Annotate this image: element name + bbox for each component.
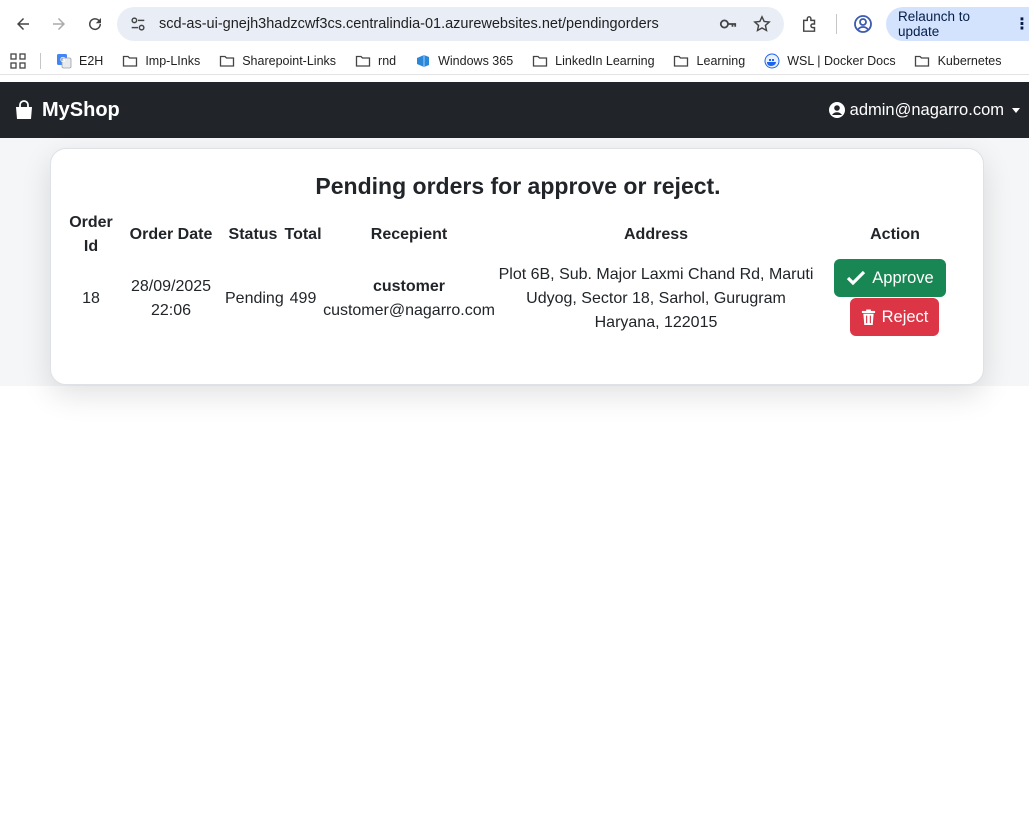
star-icon[interactable] [752, 14, 772, 34]
cell-status: Pending [225, 290, 284, 307]
cell-order-date: 28/09/2025 22:06 [123, 275, 219, 323]
header-total: Total [284, 226, 322, 243]
address-line-2: Udyog, Sector 18, Sarhol, Gurugram [526, 290, 786, 307]
approve-button[interactable]: Approve [834, 259, 946, 297]
bookmark-sharepoint-links[interactable]: Sharepoint-Links [218, 52, 336, 69]
address-bar[interactable]: scd-as-ui-gnejh3hadzcwf3cs.centralindia-… [117, 7, 784, 41]
cell-recipient: customer customer@nagarro.com [321, 275, 497, 323]
reject-button[interactable]: Reject [850, 298, 939, 336]
trash-icon [861, 309, 875, 325]
page-title: Pending orders for approve or reject. [315, 173, 721, 199]
bookmark-learning[interactable]: Learning [673, 52, 746, 69]
header-order-id-line2: Id [83, 238, 99, 255]
bookmark-wsl-docker-docs[interactable]: WSL | Docker Docs [763, 52, 896, 69]
header-address: Address [623, 226, 689, 243]
pending-orders-card: Pending orders for approve or reject. Or… [50, 148, 984, 385]
bookmark-e2h[interactable]: G E2H [55, 52, 103, 69]
recipient-name: customer [372, 278, 446, 295]
reload-icon[interactable] [80, 9, 110, 39]
extensions-icon[interactable] [796, 7, 824, 41]
address-line-1: Plot 6B, Sub. Major Laxmi Chand Rd, Maru… [498, 266, 814, 283]
reject-label: Reject [881, 307, 929, 326]
apps-grid-icon[interactable] [10, 52, 26, 69]
bookmark-label: Imp-LInks [145, 53, 201, 68]
bookmark-linkedin-learning[interactable]: LinkedIn Learning [531, 52, 655, 69]
header-recipient: Recepient [370, 226, 448, 243]
user-circle-icon [828, 102, 845, 118]
cell-address: Plot 6B, Sub. Major Laxmi Chand Rd, Maru… [497, 263, 815, 335]
site-settings-icon[interactable] [129, 15, 147, 33]
bookmark-label: Learning [696, 53, 746, 68]
bookmark-label: Kubernetes [937, 53, 1002, 68]
folder-icon [354, 52, 371, 69]
bookmark-label: E2H [79, 53, 104, 68]
recipient-email: customer@nagarro.com [323, 302, 495, 319]
toolbar-divider [836, 14, 837, 34]
relaunch-button[interactable]: Relaunch to update ⋮ [886, 7, 1029, 41]
bookmark-rnd[interactable]: rnd [354, 52, 396, 69]
key-icon[interactable] [718, 14, 738, 34]
address-line-3: Haryana, 122015 [594, 314, 718, 331]
url-text: scd-as-ui-gnejh3hadzcwf3cs.centralindia-… [159, 16, 659, 32]
folder-icon [218, 52, 235, 69]
brand-name: MyShop [42, 98, 120, 121]
bookmark-kubernetes[interactable]: Kubernetes [914, 52, 1002, 69]
relaunch-label: Relaunch to update [898, 9, 971, 39]
user-email: admin@nagarro.com [849, 100, 1004, 119]
windows-365-icon [414, 52, 431, 69]
bookmark-label: rnd [378, 53, 397, 68]
header-action: Action [870, 226, 920, 243]
bookmark-imp-links[interactable]: Imp-LInks [121, 52, 200, 69]
profile-icon[interactable] [849, 7, 877, 41]
menu-dots-icon[interactable]: ⋮ [1014, 14, 1029, 34]
bookmarks-divider [40, 52, 41, 69]
google-translate-icon: G [55, 52, 72, 69]
cell-total: 499 [289, 290, 317, 307]
bookmark-label: WSL | Docker Docs [787, 53, 896, 68]
header-status: Status [228, 226, 278, 243]
folder-icon [531, 52, 548, 69]
browser-toolbar: scd-as-ui-gnejh3hadzcwf3cs.centralindia-… [0, 0, 1029, 47]
bookmark-label: Sharepoint-Links [242, 53, 337, 68]
header-order-id-line1: Order [69, 214, 113, 231]
approve-label: Approve [872, 268, 934, 287]
header-order-id: Order Id [67, 211, 115, 259]
svg-text:G: G [60, 56, 65, 64]
caret-down-icon [1012, 107, 1020, 113]
folder-icon [673, 52, 690, 69]
user-dropdown[interactable]: admin@nagarro.com [828, 82, 1020, 138]
cell-order-date-day: 28/09/2025 [130, 278, 212, 295]
header-order-date: Order Date [129, 226, 213, 243]
cell-order-date-time: 22:06 [150, 302, 192, 319]
bookmark-label: LinkedIn Learning [555, 53, 655, 68]
brand-link[interactable]: MyShop [14, 99, 120, 122]
cell-order-id: 18 [82, 290, 100, 307]
forward-icon[interactable] [44, 9, 74, 39]
app-navbar: MyShop admin@nagarro.com [0, 82, 1029, 138]
docker-icon [763, 52, 780, 69]
folder-icon [914, 52, 931, 69]
bookmark-label: Windows 365 [438, 53, 514, 68]
bookmark-windows-365[interactable]: Windows 365 [414, 52, 513, 69]
check-icon [847, 270, 866, 286]
back-icon[interactable] [8, 9, 38, 39]
bookmarks-bar: G E2H Imp-LInks Sharepoint-Links rnd Win… [0, 47, 1029, 75]
folder-icon [121, 52, 138, 69]
shopping-bag-icon [16, 100, 32, 119]
